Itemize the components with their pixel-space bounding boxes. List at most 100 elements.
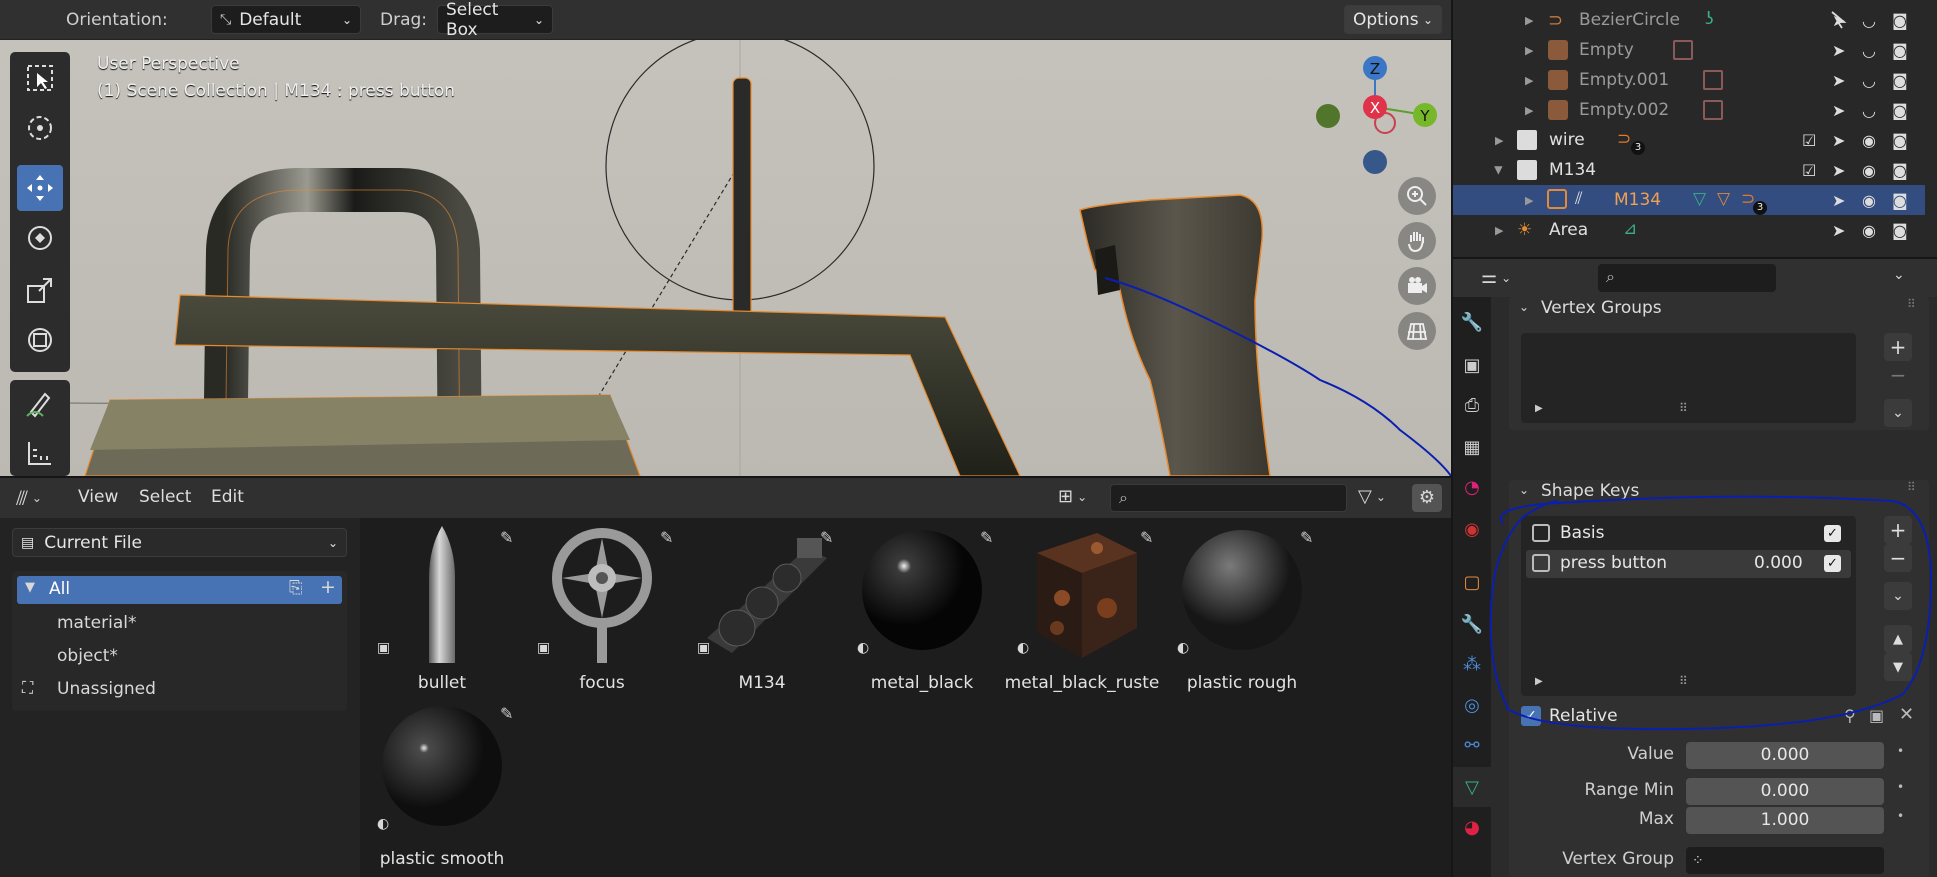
menu-edit[interactable]: Edit <box>211 487 244 507</box>
menu-view[interactable]: View <box>78 487 118 507</box>
options-dropdown[interactable]: Options ⌄ <box>1344 5 1442 34</box>
add-icon: + <box>1889 335 1907 359</box>
transform-icon <box>28 328 52 352</box>
scale-tool[interactable] <box>17 267 63 313</box>
select-box-tool[interactable] <box>17 55 63 101</box>
move-tool[interactable] <box>17 165 63 211</box>
asset-search-input[interactable]: ⌕ <box>1110 484 1347 512</box>
edit-asset-icon[interactable]: ✎ <box>1140 528 1153 547</box>
properties-editor[interactable]: ⚌ ⌄ ⌕ ⌄ 🔧 ▣ ⎙ ▦ ◔ ◉ ▢ 🔧 ⁂ ◎ ⚯ ▽ ◕ ⌄ Vert… <box>1453 259 1937 877</box>
outliner[interactable]: ▶ ⊃ BezierCircle ʖ ▶ Empty ▶ Empty.001 ▶… <box>1453 0 1937 257</box>
properties-search-input[interactable]: ⌕ <box>1598 264 1776 292</box>
rotate-tool[interactable] <box>17 215 63 261</box>
annotate-tool[interactable] <box>17 380 63 426</box>
svg-text:◙: ◙ <box>1892 71 1908 90</box>
view-layer-tab-icon[interactable]: ▦ <box>1453 427 1491 467</box>
library-icon: ▤ <box>21 534 35 551</box>
drag-dropdown[interactable]: Select Box ⌄ <box>437 0 553 40</box>
panel-title[interactable]: Vertex Groups <box>1541 298 1662 318</box>
camera-view-button[interactable] <box>1398 267 1436 305</box>
area-divider-vertical[interactable] <box>1451 0 1453 877</box>
edit-asset-icon[interactable]: ✎ <box>1300 528 1313 547</box>
catalog-item-object[interactable]: object* <box>57 646 118 666</box>
edit-asset-icon[interactable]: ✎ <box>660 528 673 547</box>
ortho-toggle-button[interactable] <box>1398 312 1436 350</box>
pan-button[interactable] <box>1398 222 1436 260</box>
svg-text:➤: ➤ <box>1832 41 1845 60</box>
collapse-arrow-icon: ▼ <box>25 580 35 595</box>
cursor-tool[interactable] <box>17 105 63 151</box>
asset-metal-black[interactable]: ✎ ◐ metal_black <box>847 518 997 693</box>
render-tab-icon[interactable]: ▣ <box>1453 345 1491 385</box>
chevron-down-icon: ⌄ <box>1892 405 1904 421</box>
orientation-value: Default <box>239 9 302 30</box>
tool-tab-icon[interactable]: 🔧 <box>1453 302 1491 342</box>
asset-bullet[interactable]: ✎ ▣ bullet <box>367 518 517 693</box>
drag-handle-icon[interactable]: ⠿ <box>1907 297 1916 311</box>
mesh-data-tab-icon[interactable]: ▽ <box>1453 767 1491 807</box>
max-field[interactable]: 1.000 <box>1686 807 1884 834</box>
catalog-item-unassigned[interactable]: Unassigned <box>57 679 156 699</box>
catalog-item-all[interactable]: ▼ All ⎘ + <box>17 576 342 604</box>
zoom-button[interactable] <box>1398 177 1436 215</box>
edit-asset-icon[interactable]: ✎ <box>820 528 833 547</box>
asset-browser[interactable]: ⫻ ⌄ View Select Edit ⊞ ⌄ ⌕ ▽ ⌄ ⚙ ▤ Curre… <box>0 478 1451 877</box>
vertex-group-specials-button[interactable]: ⌄ <box>1884 399 1912 427</box>
metal-black-ruste-thumbnail <box>1037 533 1137 658</box>
object-type-icon: ▣ <box>537 640 551 656</box>
asset-label: plastic smooth <box>379 849 505 869</box>
remove-vertex-group-button[interactable]: − <box>1884 361 1912 389</box>
range-min-field[interactable]: 0.000 <box>1686 778 1884 805</box>
value-field[interactable]: 0.000 <box>1686 742 1884 769</box>
vertex-group-field[interactable]: ⁘ <box>1686 847 1884 874</box>
3d-viewport[interactable]: Orientation: ⤡ Default ⌄ Drag: Select Bo… <box>0 0 1451 476</box>
chevron-down-icon: ⌄ <box>1501 270 1512 285</box>
editor-type-dropdown[interactable]: ⫻ ⌄ <box>16 486 42 510</box>
editor-type-dropdown[interactable]: ⚌ ⌄ <box>1481 267 1511 288</box>
transform-orientation-icon: ⤡ <box>220 11 232 28</box>
restriction-toggles[interactable]: ➤ ➤ ➤ ➤ ➤ ➤ ➤ ➤ ◡ ◡ ◡ ◡ ◉ ◉ ◉ ◉ ◙ ◙ ◙ ◙ ◙ ◙ ◙ ◙ ☑ ☑ <box>1454 0 1937 257</box>
material-type-icon: ◐ <box>857 640 870 656</box>
filter-dropdown[interactable]: ▽ ⌄ <box>1358 486 1386 507</box>
catalog-item-material[interactable]: material* <box>57 613 136 633</box>
area-divider-horizontal[interactable] <box>1453 257 1937 259</box>
expand-arrow-icon[interactable]: ▶ <box>1535 403 1543 414</box>
orientation-dropdown[interactable]: ⤡ Default ⌄ <box>211 5 361 34</box>
asset-m134[interactable]: ✎ ▣ M134 <box>687 518 837 693</box>
measure-tool[interactable] <box>17 430 63 476</box>
asset-focus[interactable]: ✎ ▣ focus <box>527 518 677 693</box>
add-icon[interactable]: + <box>320 576 336 598</box>
edit-asset-icon[interactable]: ✎ <box>980 528 993 547</box>
keyframe-dot-icon[interactable]: • <box>1897 809 1904 823</box>
keyframe-dot-icon[interactable]: • <box>1897 780 1904 794</box>
add-vertex-group-button[interactable]: + <box>1884 333 1912 361</box>
settings-button[interactable]: ⚙ <box>1412 484 1442 512</box>
library-dropdown[interactable]: ▤ Current File ⌄ <box>12 528 347 557</box>
thumbnail-grid-icon: ⊞ <box>1058 486 1074 507</box>
vertex-group-list[interactable]: ▶ ⠿ <box>1521 333 1856 423</box>
search-icon: ⌕ <box>1606 267 1615 286</box>
svg-text:☑: ☑ <box>1802 161 1816 180</box>
menu-select[interactable]: Select <box>139 487 191 507</box>
svg-text:◙: ◙ <box>1892 11 1908 30</box>
asset-plastic-rough[interactable]: ✎ ◐ plastic rough <box>1167 518 1317 693</box>
collapse-arrow-icon[interactable]: ⌄ <box>1519 300 1529 314</box>
area-divider-horizontal[interactable] <box>0 476 1451 478</box>
asset-plastic-smooth[interactable]: ✎ ◐ plastic smooth <box>367 694 517 869</box>
asset-metal-black-ruste[interactable]: ✎ ◐ metal_black_ruste <box>1005 518 1160 693</box>
navigation-gizmo[interactable]: Z X Y <box>1310 50 1440 180</box>
transform-tool[interactable] <box>17 317 63 363</box>
library-value: Current File <box>44 532 142 553</box>
edit-asset-icon[interactable]: ✎ <box>500 528 513 547</box>
edit-asset-icon[interactable]: ✎ <box>500 704 513 723</box>
keyframe-dot-icon[interactable]: • <box>1897 744 1904 758</box>
display-mode-dropdown[interactable]: ⊞ ⌄ <box>1058 486 1087 507</box>
chevron-down-icon: ⌄ <box>1375 489 1386 504</box>
output-tab-icon[interactable]: ⎙ <box>1453 385 1491 425</box>
asset-sidebar: ▤ Current File ⌄ ▼ All ⎘ + material* obj… <box>0 518 360 877</box>
resize-handle-icon[interactable]: ⠿ <box>1679 401 1688 415</box>
new-catalog-icon[interactable]: ⎘ <box>289 578 303 598</box>
asset-grid: ✎ ▣ bullet ✎ ▣ focus ✎ ▣ M134 ✎ ◐ metal_… <box>362 518 1451 877</box>
chevron-down-icon[interactable]: ⌄ <box>1893 267 1905 283</box>
material-tab-icon[interactable]: ◕ <box>1453 807 1491 847</box>
